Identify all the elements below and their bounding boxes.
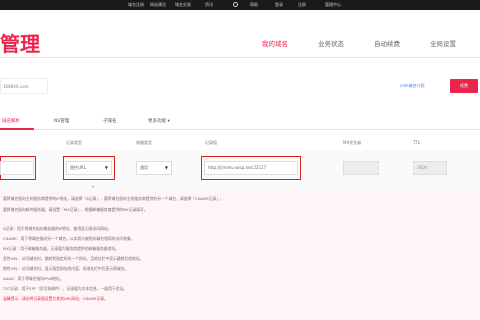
- tip-line: MX记录：用于邮箱服务器，记录值为服务商提供的邮箱服务器地址。: [3, 246, 119, 251]
- topbar-link-6[interactable]: 注册: [298, 0, 306, 10]
- caret-down-icon: ▾: [167, 119, 170, 124]
- chevron-down-icon: ▼: [104, 165, 108, 170]
- renew-button[interactable]: 续费: [450, 79, 478, 93]
- tip-line: 显性URL：访问域名时，跳转到指定的另一个网址，且地址栏中显示跳转后的地址。: [3, 256, 144, 261]
- tip-line: TXT记录：用于SPF（反垃圾邮件），记录值为文本信息，一般用于验证。: [3, 286, 128, 291]
- record-form-row: 隐性URL ▼ 通用 ▼ http://jimimu.wicp.net:22117 …: [0, 150, 480, 190]
- line-type-value: 通用: [140, 165, 148, 170]
- chevron-down-icon: ▼: [164, 165, 168, 170]
- record-type-value: 隐性URL: [70, 165, 86, 170]
- tip-line: CNAME：用于将域名指向另一个域名，以实现与被指向域名相同的访问效果。: [3, 236, 135, 241]
- topbar-link-7[interactable]: 管理中心: [325, 0, 341, 10]
- globe-icon: [233, 2, 238, 7]
- topbar-link-0[interactable]: 域名注册: [128, 0, 144, 10]
- domain-row: 1688XX.com com域名介绍 续费: [0, 78, 480, 98]
- tab-dns-resolve[interactable]: 域名解析: [2, 118, 20, 124]
- topbar-link-3[interactable]: 资讯: [205, 0, 213, 10]
- ttl-input[interactable]: 3600: [413, 161, 447, 175]
- col-mx: MX优先级: [343, 140, 362, 145]
- topbar-link-4[interactable]: 帮助: [250, 0, 258, 10]
- col-line-type: 线路类型: [136, 140, 152, 145]
- nav-my-domains[interactable]: 我的域名: [262, 38, 288, 48]
- tab-more-functions[interactable]: 更多功能 ▾: [148, 118, 170, 124]
- col-ttl: TTL: [413, 140, 421, 145]
- host-record-input[interactable]: [0, 161, 34, 175]
- tip-line: 要将域名指向主机服务商提供的IP地址，请选择「A记录」，要将域名指向主机服务商提…: [3, 196, 225, 201]
- nav-auto-renew[interactable]: 自动续费: [374, 38, 400, 48]
- record-table-header: 记录类型 线路类型 记录值 MX优先级 TTL: [0, 138, 480, 150]
- topbar-link-5[interactable]: 登录: [275, 0, 283, 10]
- tab-more-label: 更多功能: [148, 119, 166, 124]
- tip-line: 隐性URL：访问域名时，显示指定网址的内容，但地址栏中仍显示原域名。: [3, 266, 129, 271]
- domain-info-link[interactable]: com域名介绍: [400, 83, 425, 89]
- record-type-select[interactable]: 隐性URL ▼: [66, 161, 112, 175]
- active-tab-indicator: [0, 128, 34, 130]
- domain-name: 1688XX.com: [0, 78, 48, 94]
- tab-subdomain[interactable]: 子域名: [103, 118, 117, 124]
- tip-warning: 温馨提示：请勿将记录值设置为其他URL网站，CNAME记录。: [3, 296, 108, 301]
- col-record-type: 记录类型: [66, 140, 82, 145]
- page-logo: 管理: [0, 32, 40, 56]
- tip-line: 要将域名指向邮件服务器，请设置「MX记录」，根据邮箱服务商提供的MX记录填写。: [3, 207, 148, 212]
- tip-line: A记录：用于将域名指向服务器的IP地址，使用此记录访问网站。: [3, 226, 112, 231]
- nav-global-settings[interactable]: 全局设置: [430, 38, 456, 48]
- record-value-input[interactable]: http://jimimu.wicp.net:22117: [204, 161, 298, 175]
- topbar-link-2[interactable]: 域名交易: [175, 0, 191, 10]
- top-bar: 域名注册 网站建设 域名交易 资讯 帮助 登录 注册 管理中心: [0, 0, 480, 10]
- col-record-value: 记录值: [205, 140, 217, 145]
- nav-business-status[interactable]: 业务状态: [318, 38, 344, 48]
- caret-down-icon: ▾: [92, 184, 95, 189]
- line-type-select[interactable]: 通用 ▼: [136, 161, 172, 175]
- help-tips: 要将域名指向主机服务商提供的IP地址，请选择「A记录」，要将域名指向主机服务商提…: [0, 190, 480, 320]
- topbar-link-1[interactable]: 网站建设: [150, 0, 166, 10]
- header: 管理 我的域名 业务状态 自动续费 全局设置: [0, 10, 480, 58]
- mx-priority-input: [343, 161, 379, 175]
- tab-bar: 域名解析 NS管理 子域名 更多功能 ▾: [0, 116, 480, 130]
- tab-ns-management[interactable]: NS管理: [54, 118, 69, 124]
- tip-line: AAAA：用于将域名指向IPv6地址。: [3, 276, 64, 281]
